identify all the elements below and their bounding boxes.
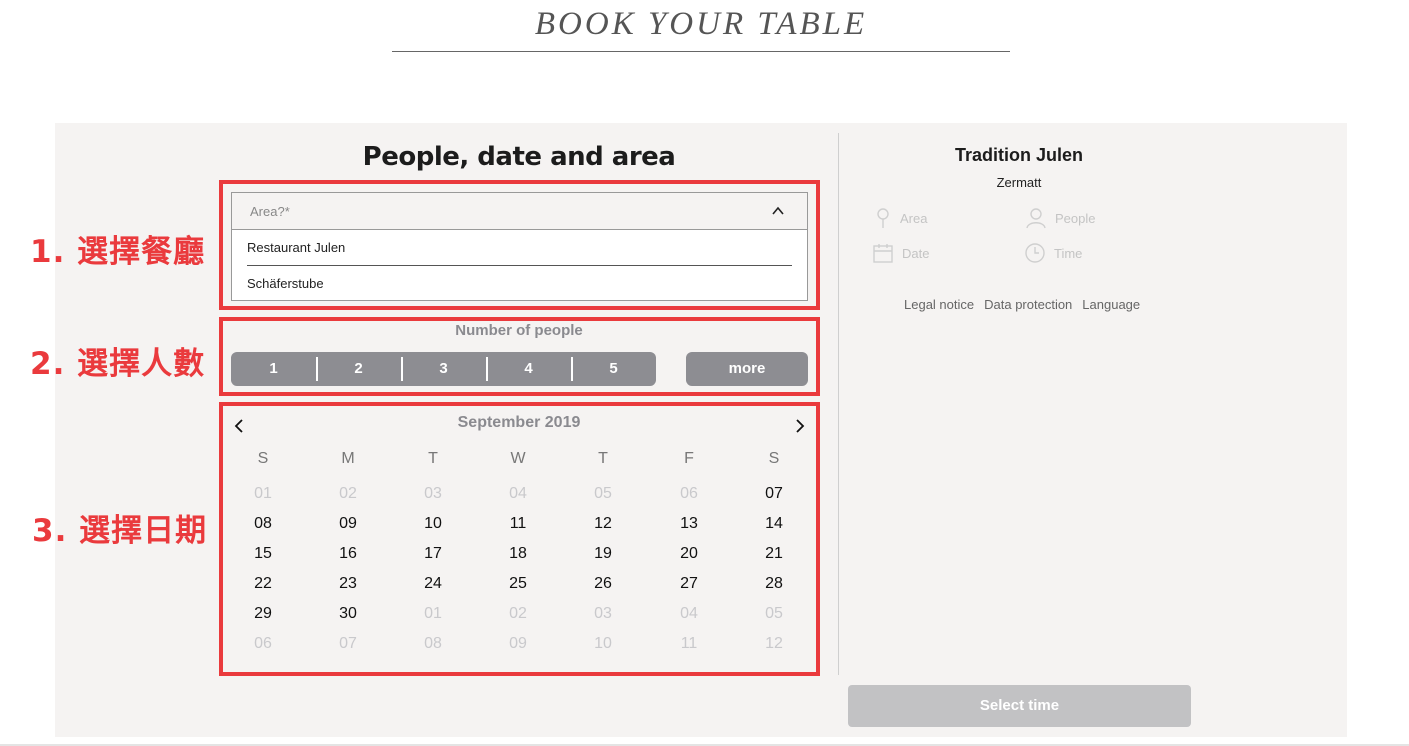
summary-date: Date	[872, 242, 929, 264]
summary-area-label: Area	[900, 210, 928, 226]
annotation-label-people: 2. 選擇人數	[30, 346, 206, 382]
annotation-label-area: 1. 選擇餐廳	[30, 234, 206, 270]
clock-icon	[1025, 243, 1045, 263]
data-protection-link[interactable]: Data protection	[984, 297, 1072, 312]
page-title: BOOK YOUR TABLE	[392, 6, 1010, 52]
restaurant-name: Tradition Julen	[954, 145, 1083, 165]
legal-notice-link[interactable]: Legal notice	[904, 297, 974, 312]
summary-time-label: Time	[1054, 245, 1083, 261]
restaurant-city: Zermatt	[996, 175, 1042, 190]
annotation-box-date	[219, 402, 820, 676]
language-link[interactable]: Language	[1082, 297, 1140, 312]
summary-time: Time	[1024, 242, 1082, 264]
column-divider	[838, 133, 839, 675]
summary-people-label: People	[1055, 210, 1096, 226]
select-time-button[interactable]: Select time	[848, 685, 1191, 727]
calendar-icon	[873, 244, 893, 263]
summary-area: Area	[874, 207, 927, 229]
location-pin-icon	[877, 208, 889, 228]
annotation-box-area	[219, 180, 820, 310]
summary-people: People	[1025, 207, 1095, 229]
annotation-box-people	[219, 317, 820, 396]
person-icon	[1026, 208, 1046, 229]
summary-date-label: Date	[902, 245, 930, 261]
annotation-label-date: 3. 選擇日期	[32, 513, 208, 549]
footer-links: Legal notice Data protection Language	[904, 297, 1140, 312]
section-heading: People, date and area	[362, 142, 676, 172]
